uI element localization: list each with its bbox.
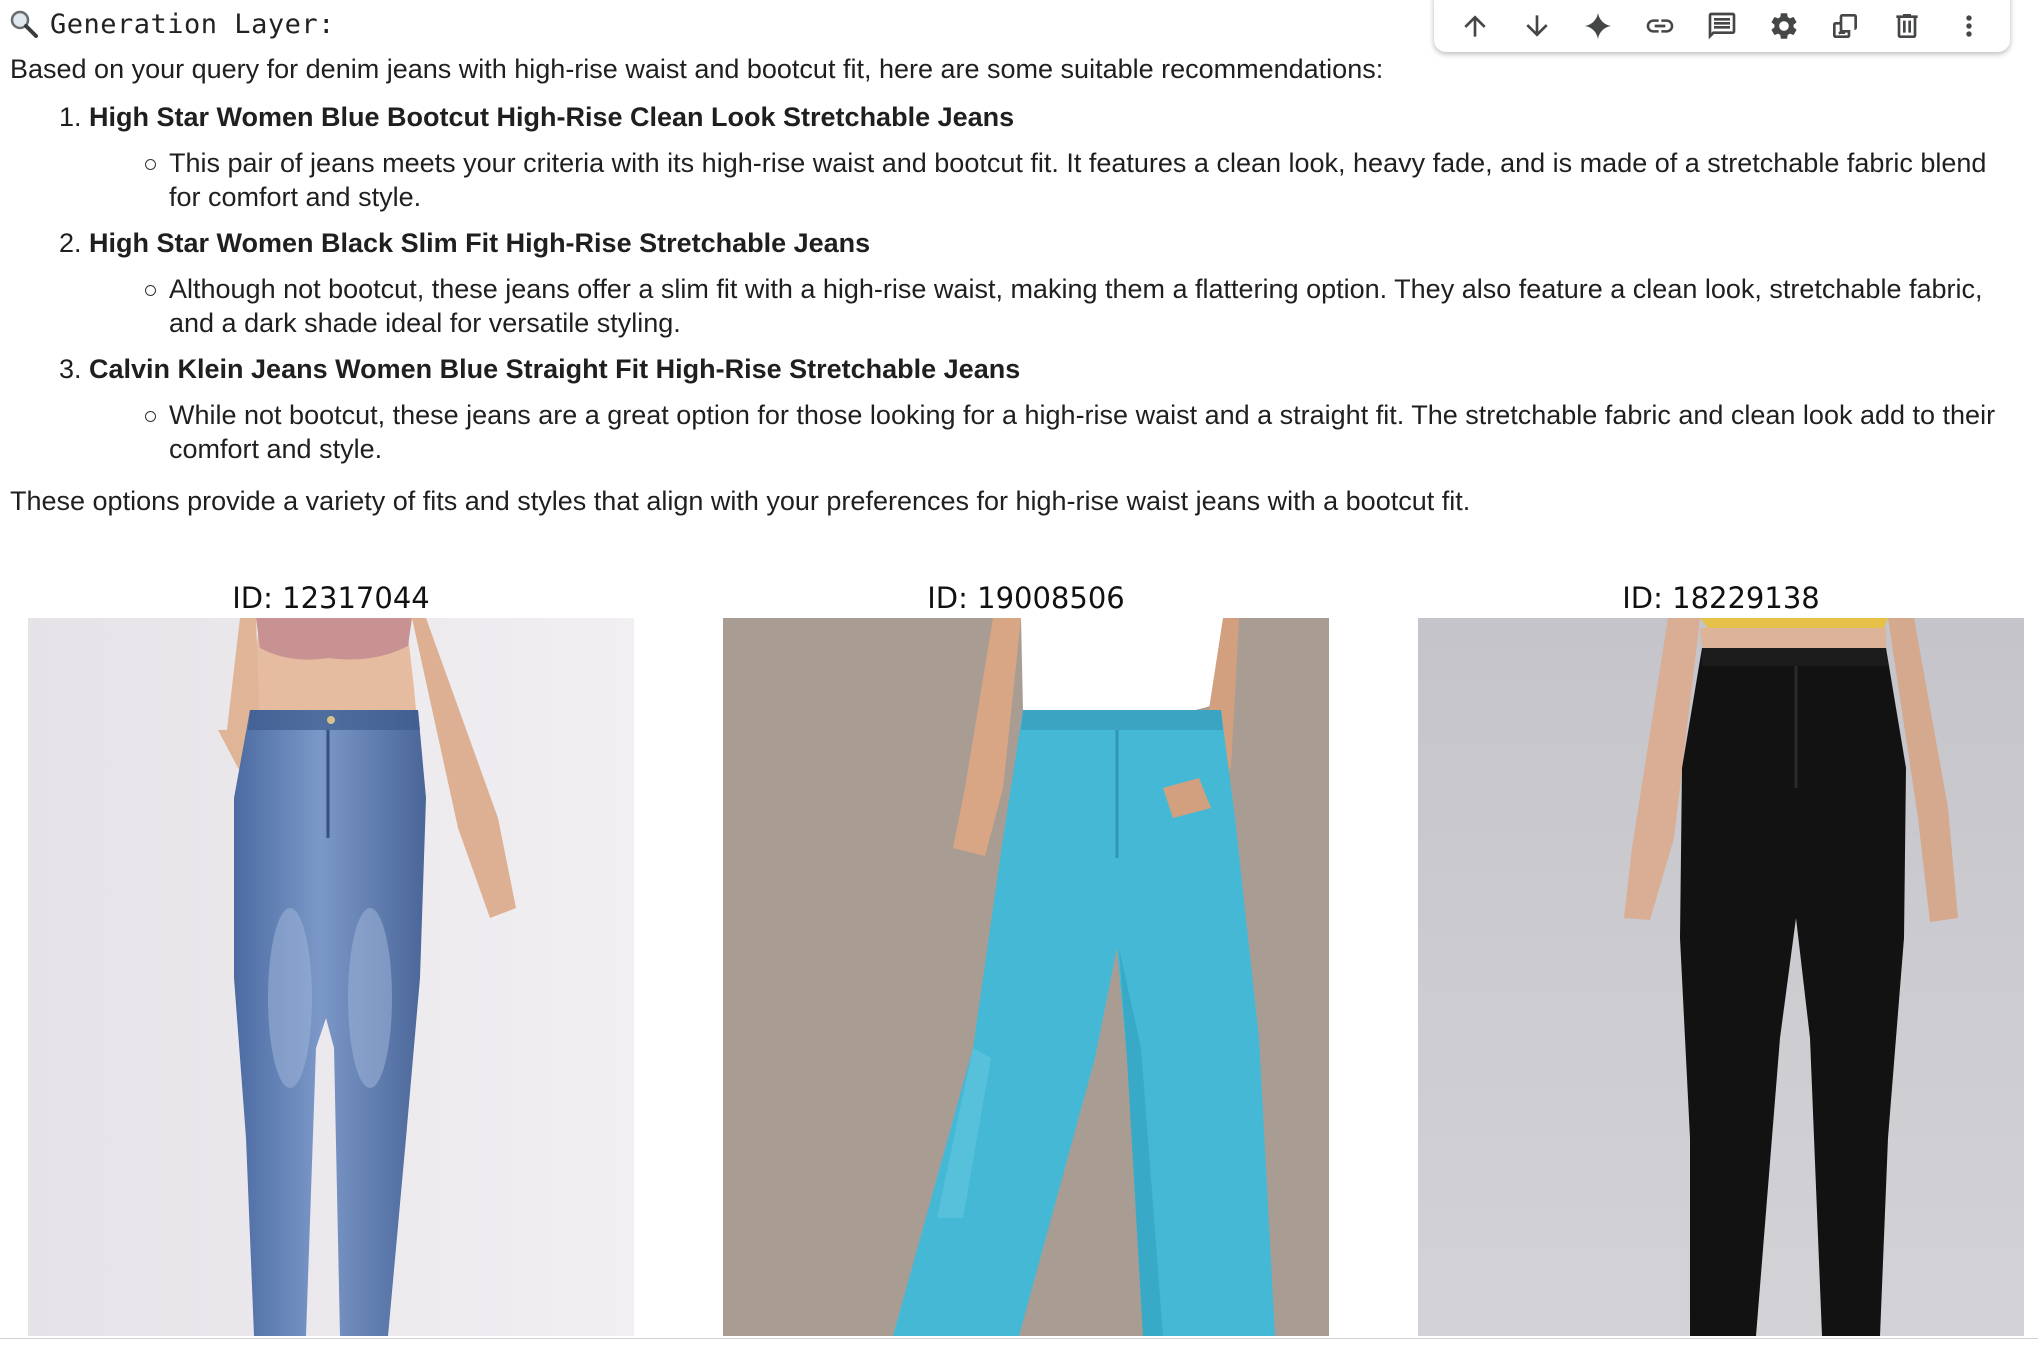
jeans-photo-blue-bootcut (28, 618, 634, 1336)
gemini-button[interactable] (1576, 4, 1620, 48)
settings-button[interactable] (1762, 4, 1806, 48)
recommendation-title: Calvin Klein Jeans Women Blue Straight F… (89, 354, 1021, 384)
more-vert-icon (1966, 15, 1972, 37)
recommendation-title: High Star Women Black Slim Fit High-Rise… (89, 228, 871, 258)
product-image-panel: ID: 19008506 (723, 578, 1329, 1336)
intro-text: Based on your query for denim jeans with… (10, 54, 1384, 84)
product-photo (28, 618, 634, 1336)
recommendation-item: Calvin Klein Jeans Women Blue Straight F… (89, 352, 2020, 466)
comment-icon (1708, 12, 1736, 40)
recommendation-list: High Star Women Blue Bootcut High-Rise C… (10, 100, 2020, 466)
output-divider (0, 1338, 2038, 1339)
cell-toolbar (1434, 0, 2010, 52)
recommendation-title: High Star Women Blue Bootcut High-Rise C… (89, 102, 1015, 132)
jeans-photo-black-slim (1418, 618, 2024, 1336)
recommendation-item: High Star Women Black Slim Fit High-Rise… (89, 226, 2020, 340)
arrow-up-icon (1464, 15, 1486, 37)
generation-output: Based on your query for denim jeans with… (10, 52, 2020, 518)
outro-text: These options provide a variety of fits … (10, 486, 1471, 516)
comment-button[interactable] (1700, 4, 1744, 48)
product-id-caption: ID: 12317044 (232, 581, 430, 615)
recommendation-item: High Star Women Blue Bootcut High-Rise C… (89, 100, 2020, 214)
mirror-cell-icon (1833, 14, 1858, 38)
recommendation-description: While not bootcut, these jeans are a gre… (145, 398, 2020, 466)
jeans-photo-cyan-straight (723, 618, 1329, 1336)
move-up-button[interactable] (1453, 4, 1497, 48)
product-photo (723, 618, 1329, 1336)
recommendation-description: This pair of jeans meets your criteria w… (145, 146, 2020, 214)
delete-button[interactable] (1885, 4, 1929, 48)
product-id-caption: ID: 18229138 (1622, 581, 1820, 615)
arrow-down-icon (1525, 15, 1548, 37)
gear-icon (1771, 13, 1797, 39)
sparkle-icon (1585, 12, 1612, 40)
link-icon (1646, 19, 1674, 33)
link-button[interactable] (1638, 4, 1682, 48)
product-photo (1418, 618, 2024, 1336)
recommendation-description: Although not bootcut, these jeans offer … (145, 272, 2020, 340)
product-image-panel: ID: 18229138 (1418, 578, 2024, 1336)
more-options-button[interactable] (1947, 4, 1991, 48)
magnifier-icon (10, 10, 38, 38)
product-image-panel: ID: 12317044 (28, 578, 634, 1336)
product-id-caption: ID: 19008506 (927, 581, 1125, 615)
trash-icon (1896, 14, 1918, 38)
layer-header: Generation Layer: (8, 6, 335, 42)
product-image-grid: ID: 12317044 ID: 19008506 ID: 18229138 (0, 578, 2038, 1338)
move-down-button[interactable] (1515, 4, 1559, 48)
mirror-cell-button[interactable] (1823, 4, 1867, 48)
layer-title: Generation Layer: (50, 8, 335, 40)
